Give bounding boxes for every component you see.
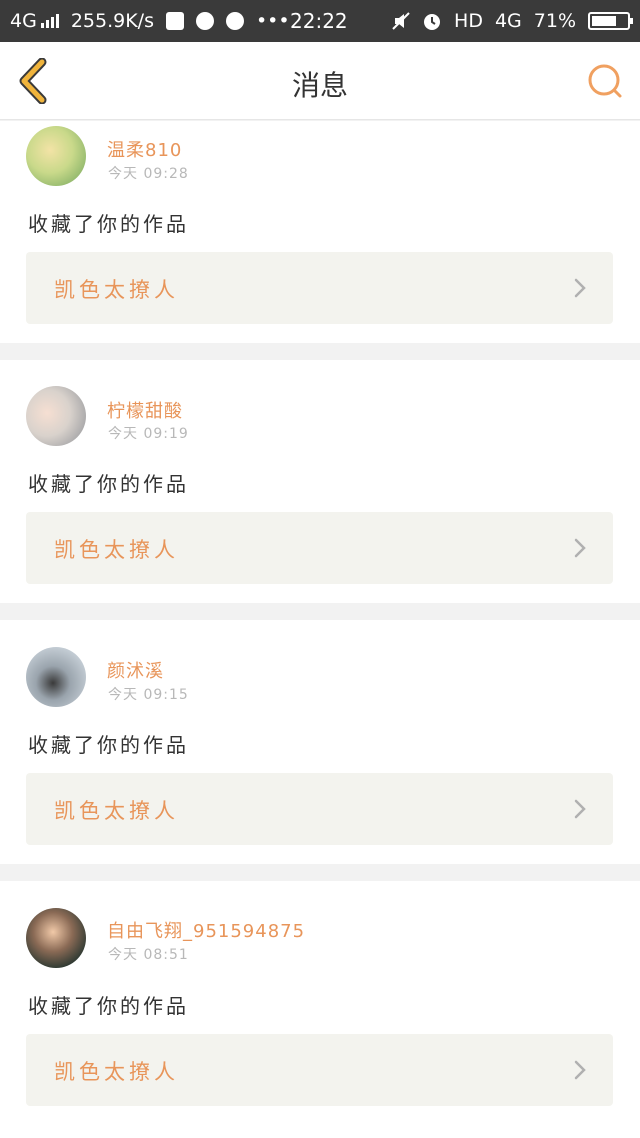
chevron-right-icon: [574, 278, 586, 298]
work-title: 凯色太撩人: [54, 538, 179, 562]
chevron-right-icon: [574, 1060, 586, 1080]
action-text: 收藏了你的作品: [28, 733, 189, 757]
action-text: 收藏了你的作品: [28, 994, 189, 1018]
notification-card: 颜沭溪 今天 09:15 收藏了你的作品 凯色太撩人: [0, 620, 640, 864]
avatar[interactable]: [26, 647, 86, 707]
action-text: 收藏了你的作品: [28, 212, 189, 236]
chevron-right-icon: [574, 538, 586, 558]
battery-percent: 71%: [533, 10, 576, 32]
notification-card: 自由飞翔_951594875 今天 08:51 收藏了你的作品 凯色太撩人: [0, 881, 640, 1138]
work-link[interactable]: 凯色太撩人: [26, 1034, 613, 1106]
chevron-right-icon: [574, 799, 586, 819]
alarm-icon: [422, 11, 442, 31]
username[interactable]: 颜沭溪: [107, 657, 164, 683]
qq-icon: [195, 12, 214, 30]
network-speed: 255.9K/s: [70, 10, 154, 32]
wechat-icon: [225, 12, 244, 30]
hd-indicator: HD: [454, 10, 483, 32]
network-label: 4G: [10, 10, 37, 32]
work-link[interactable]: 凯色太撩人: [26, 252, 613, 324]
username[interactable]: 自由飞翔_951594875: [107, 917, 305, 943]
work-title: 凯色太撩人: [54, 278, 179, 302]
search-icon: [588, 64, 622, 98]
work-title: 凯色太撩人: [54, 799, 179, 823]
timestamp: 今天 08:51: [108, 947, 189, 963]
nav-bar: 消息: [0, 42, 640, 120]
search-button[interactable]: [586, 62, 624, 100]
clock: 22:22: [290, 9, 348, 33]
username[interactable]: 温柔810: [107, 136, 182, 162]
notification-card: 温柔810 今天 09:28 收藏了你的作品 凯色太撩人: [0, 121, 640, 343]
work-link[interactable]: 凯色太撩人: [26, 773, 613, 845]
timestamp: 今天 09:28: [108, 166, 189, 182]
timestamp: 今天 09:19: [108, 426, 189, 442]
username[interactable]: 柠檬甜酸: [107, 397, 183, 423]
network-indicator: 4G: [10, 10, 59, 32]
network2-indicator: 4G: [494, 10, 522, 32]
timestamp: 今天 09:15: [108, 687, 189, 703]
mute-icon: [392, 12, 410, 30]
work-link[interactable]: 凯色太撩人: [26, 512, 613, 584]
avatar[interactable]: [26, 126, 86, 186]
battery-icon: [588, 12, 633, 30]
work-title: 凯色太撩人: [54, 1060, 179, 1084]
action-text: 收藏了你的作品: [28, 472, 189, 496]
browser-icon: [165, 12, 184, 30]
avatar[interactable]: [26, 386, 86, 446]
signal-icon: [40, 14, 59, 28]
notification-card: 柠檬甜酸 今天 09:19 收藏了你的作品 凯色太撩人: [0, 360, 640, 603]
status-bar: 4G 255.9K/s ••• 22:22 HD 4G 71%: [0, 0, 640, 42]
page-title: 消息: [291, 69, 348, 102]
more-notifications-icon: •••: [255, 10, 290, 32]
avatar[interactable]: [26, 908, 86, 968]
